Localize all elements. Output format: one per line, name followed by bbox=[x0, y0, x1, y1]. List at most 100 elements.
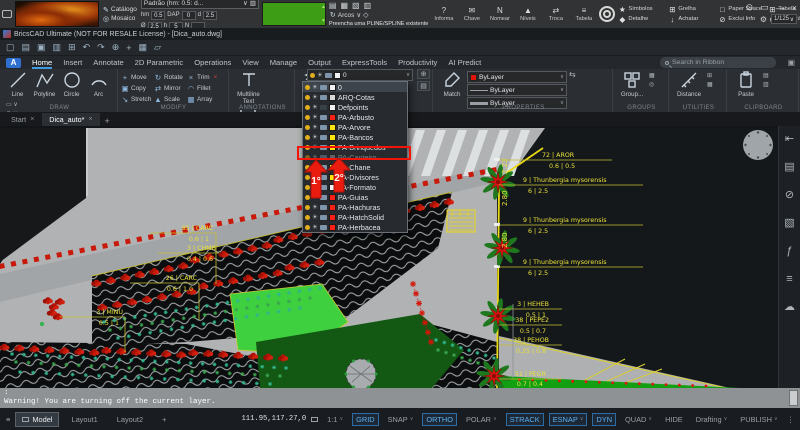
field-input[interactable]: 0.5 bbox=[151, 11, 165, 20]
tab-output[interactable]: Output bbox=[308, 57, 331, 69]
collapse-panel-icon[interactable]: ⇤ bbox=[785, 134, 794, 145]
tab-annotate[interactable]: Annotate bbox=[93, 57, 123, 69]
save-as-icon[interactable]: ▥ bbox=[53, 42, 62, 53]
tool-icon-3[interactable]: ▥ bbox=[364, 1, 372, 10]
button-chave[interactable]: ✉Chave bbox=[459, 6, 484, 22]
tab-view[interactable]: View bbox=[242, 57, 258, 69]
linetype-combobox[interactable]: ByLayer∨ bbox=[467, 84, 567, 96]
layer-print-icon[interactable] bbox=[320, 95, 327, 100]
delete-icon[interactable]: × bbox=[214, 74, 218, 81]
tab-productivity[interactable]: Productivity bbox=[398, 57, 437, 69]
tool-line[interactable]: Line bbox=[4, 70, 31, 99]
tool-fillet[interactable]: ◠Fillet bbox=[187, 83, 219, 93]
layer-row-pa-bancos[interactable]: ☀PA-Bancos bbox=[303, 132, 407, 142]
layer-on-icon[interactable] bbox=[305, 225, 310, 230]
monitor-icon[interactable]: ▭ bbox=[760, 2, 769, 13]
layer-mini-0[interactable]: ⊕ bbox=[417, 69, 430, 79]
layer-combobox[interactable]: ☀0∨ bbox=[307, 69, 413, 81]
undo-icon[interactable]: ↶ bbox=[83, 42, 91, 53]
clipboard-mini-1[interactable]: ▥ bbox=[763, 81, 769, 88]
attachments-icon[interactable]: ⊘ bbox=[785, 190, 794, 201]
tab-expresstools[interactable]: ExpressTools bbox=[342, 57, 387, 69]
tool-icon-2[interactable]: ▧ bbox=[352, 1, 360, 10]
layer-mini-1[interactable]: ▤ bbox=[417, 81, 430, 91]
save-icon[interactable]: ▣ bbox=[37, 42, 46, 53]
tab-home[interactable]: Home bbox=[32, 57, 52, 69]
model-tab[interactable]: Model bbox=[15, 412, 59, 427]
tool-array[interactable]: ▦Array bbox=[187, 94, 219, 104]
kisselplan-logo[interactable] bbox=[599, 6, 615, 22]
new-file-icon[interactable]: ▢ bbox=[6, 42, 15, 53]
clipboard-mini-0[interactable]: ▤ bbox=[763, 72, 769, 79]
catalog-button[interactable]: ✎Catálogo bbox=[102, 6, 138, 14]
toggle-dyn[interactable]: DYN bbox=[592, 413, 616, 426]
color-swatch-green[interactable]: ▲▼ bbox=[262, 2, 326, 26]
chevron-down-icon[interactable]: ∨ bbox=[406, 72, 410, 78]
button-grelha[interactable]: ⊞Grelha bbox=[668, 5, 715, 14]
mosaic-button[interactable]: ◎Mosaico bbox=[102, 15, 138, 23]
layer-on-icon[interactable] bbox=[305, 125, 310, 130]
annotation-scale[interactable]: 1:1∨ bbox=[323, 413, 347, 426]
tool-polyline[interactable]: Polyline bbox=[31, 70, 58, 99]
overflow-menu-icon[interactable]: ⋮ bbox=[787, 415, 794, 424]
utilities-mini-0[interactable]: ⊞ bbox=[707, 72, 713, 79]
tool-trim[interactable]: ×Trim× bbox=[187, 72, 219, 82]
tool-rotate[interactable]: ↻Rotate bbox=[154, 72, 186, 82]
toggle-strack[interactable]: STRACK bbox=[506, 413, 544, 426]
field-input[interactable]: 0 bbox=[182, 11, 196, 20]
button-informa[interactable]: ?Informa bbox=[431, 6, 456, 22]
sheet-icon[interactable]: ▦ bbox=[139, 42, 148, 53]
layer-print-icon[interactable] bbox=[320, 205, 327, 210]
add-layout-button[interactable]: + bbox=[155, 412, 173, 427]
layer-freeze-icon[interactable]: ☀ bbox=[312, 85, 318, 90]
layer-print-icon[interactable] bbox=[320, 225, 327, 230]
toggle-publish[interactable]: PUBLISH∨ bbox=[736, 413, 781, 426]
toggle-esnap[interactable]: ESNAP∨ bbox=[549, 413, 588, 426]
ribbon-search-input[interactable]: Search in Ribbon bbox=[660, 57, 776, 68]
toggle-polar[interactable]: POLAR∨ bbox=[462, 413, 501, 426]
layer-print-icon[interactable] bbox=[320, 125, 327, 130]
arcs-button[interactable]: ↻Arcos∨◇ bbox=[329, 11, 429, 19]
layer-row-pa-herbacea[interactable]: ☀PA-Herbacea bbox=[303, 222, 407, 232]
tool-arc[interactable]: Arc bbox=[85, 70, 112, 99]
tool-icon-1[interactable]: ▦ bbox=[340, 1, 348, 10]
layer-print-icon[interactable] bbox=[320, 135, 327, 140]
field-input[interactable]: 2.5 bbox=[203, 11, 217, 20]
close-button[interactable]: × bbox=[792, 3, 797, 13]
close-icon[interactable]: × bbox=[30, 116, 34, 123]
layer-freeze-icon[interactable]: ☀ bbox=[312, 125, 318, 130]
close-icon[interactable]: × bbox=[88, 116, 92, 123]
layer-on-icon[interactable] bbox=[305, 205, 310, 210]
render-materials-icon[interactable]: ▧ bbox=[784, 218, 794, 229]
power-icon[interactable]: ⊙ bbox=[746, 2, 754, 13]
tool-scale[interactable]: ▲Scale bbox=[154, 94, 186, 104]
save-icon[interactable]: ▥ bbox=[250, 0, 256, 7]
tab-2d-parametric[interactable]: 2D Parametric bbox=[135, 57, 184, 69]
layer-row-pa-arvore[interactable]: ☀PA-Arvore bbox=[303, 122, 407, 132]
gear-icon[interactable]: ⚙ bbox=[760, 15, 767, 24]
command-scrollbar[interactable] bbox=[789, 390, 798, 406]
button-detalhe[interactable]: ◆Detalhe bbox=[618, 15, 665, 24]
layer-row-0[interactable]: ☀0 bbox=[303, 82, 407, 92]
plugin-scale-select[interactable]: 1/125∨ bbox=[771, 14, 797, 24]
tool-move[interactable]: +Move bbox=[121, 72, 153, 82]
properties-more-icon[interactable]: ⇆ bbox=[569, 70, 576, 79]
layer-on-icon[interactable] bbox=[305, 85, 310, 90]
toggle-drafting[interactable]: Drafting∨ bbox=[692, 413, 732, 426]
layer-on-icon[interactable] bbox=[305, 215, 310, 220]
tab-manage[interactable]: Manage bbox=[270, 57, 297, 69]
layer-freeze-icon[interactable]: ☀ bbox=[317, 73, 323, 78]
tab-insert[interactable]: Insert bbox=[63, 57, 82, 69]
compass-dial[interactable] bbox=[741, 128, 775, 164]
tool-icon-0[interactable]: ▤ bbox=[329, 1, 337, 10]
menu-icon[interactable]: ≡ bbox=[6, 415, 10, 424]
camera-icon[interactable] bbox=[2, 10, 12, 18]
layer-print-icon[interactable] bbox=[320, 115, 327, 120]
tool-circle[interactable]: Circle bbox=[58, 70, 85, 99]
button-tabela[interactable]: ≡Tabela bbox=[571, 6, 596, 22]
zoom-icon[interactable]: ⊕ bbox=[112, 42, 120, 53]
tab-operations[interactable]: Operations bbox=[194, 57, 231, 69]
minimize-button[interactable]: — bbox=[776, 3, 785, 13]
layer-freeze-icon[interactable]: ☀ bbox=[312, 95, 318, 100]
tool-multiline-text[interactable]: Multiline Text bbox=[233, 70, 264, 105]
